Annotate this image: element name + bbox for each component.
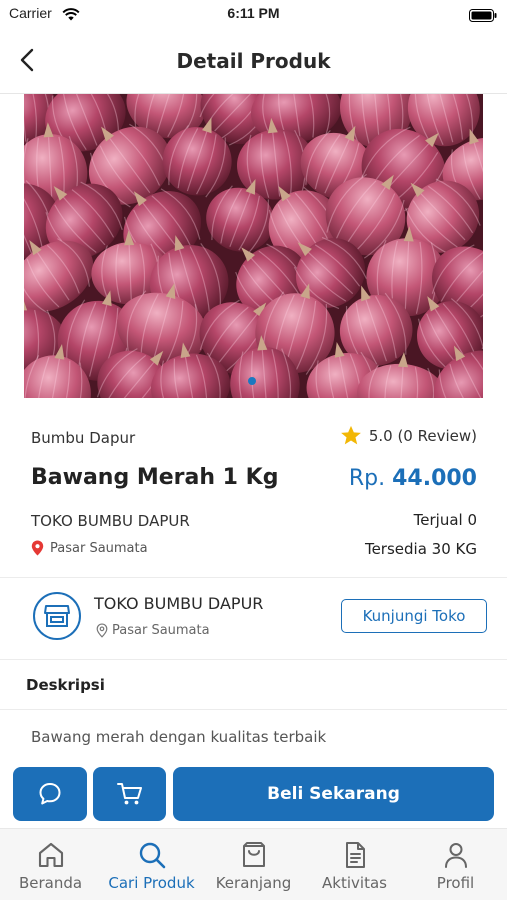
nav-item-aktivitas[interactable]: Aktivitas	[304, 829, 405, 900]
nav-label-cari-produk: Cari Produk	[108, 874, 195, 892]
shop-name: TOKO BUMBU DAPUR	[94, 594, 264, 613]
status-bar: Carrier 6:11 PM	[0, 0, 507, 28]
search-icon	[137, 839, 167, 871]
product-image[interactable]	[24, 94, 483, 398]
divider	[0, 577, 507, 578]
image-pager	[248, 377, 256, 385]
divider	[0, 659, 507, 660]
basket-icon	[239, 839, 269, 871]
product-category: Bumbu Dapur	[31, 429, 136, 447]
pager-dot-active[interactable]	[248, 377, 256, 385]
rating-text: 5.0 (0 Review)	[368, 426, 477, 445]
star-icon	[340, 425, 361, 445]
product-location-text: Pasar Saumata	[50, 540, 148, 556]
store-icon	[44, 605, 70, 627]
product-rating: 5.0 (0 Review)	[340, 425, 477, 446]
buy-now-button[interactable]: Beli Sekarang	[173, 767, 494, 821]
nav-label-beranda: Beranda	[18, 874, 83, 892]
nav-label-profil: Profil	[436, 874, 475, 892]
nav-item-cari-produk[interactable]: Cari Produk	[101, 829, 202, 900]
add-to-cart-button[interactable]	[93, 767, 166, 821]
nav-label-aktivitas: Aktivitas	[322, 874, 387, 892]
header: Detail Produk	[0, 38, 507, 84]
visit-shop-button[interactable]: Kunjungi Toko	[341, 599, 487, 633]
chat-bubble-icon	[39, 783, 61, 805]
price-prefix: Rp.	[348, 466, 386, 491]
shallots-photo	[24, 94, 483, 398]
chat-button[interactable]	[13, 767, 87, 821]
divider	[0, 709, 507, 710]
map-pin-outline-icon	[96, 623, 108, 638]
cart-icon	[116, 783, 142, 805]
nav-item-beranda[interactable]: Beranda	[0, 829, 101, 900]
product-shop-name: TOKO BUMBU DAPUR	[31, 512, 190, 530]
product-location: Pasar Saumata	[31, 540, 148, 556]
status-time: 6:11 PM	[227, 5, 280, 21]
nav-item-profil[interactable]: Profil	[405, 829, 506, 900]
home-icon	[36, 839, 66, 871]
shop-location-text: Pasar Saumata	[112, 623, 210, 638]
map-pin-icon	[31, 540, 44, 556]
document-icon	[340, 839, 370, 871]
product-name: Bawang Merah 1 Kg	[31, 465, 279, 490]
nav-item-keranjang[interactable]: Keranjang	[203, 829, 304, 900]
nav-label-keranjang: Keranjang	[215, 874, 292, 892]
price-value: 44.000	[392, 466, 477, 491]
bottom-nav: Beranda Cari Produk Keranjang Aktivitas …	[0, 828, 507, 900]
description-text: Bawang merah dengan kualitas terbaik	[31, 728, 327, 746]
stock-count: Tersedia 30 KG	[364, 540, 477, 558]
person-icon	[441, 839, 471, 871]
page-title: Detail Produk	[176, 49, 331, 73]
shop-location: Pasar Saumata	[96, 623, 210, 638]
sold-count: Terjual 0	[413, 511, 477, 529]
shop-avatar[interactable]	[33, 592, 81, 640]
product-price: Rp. 44.000	[349, 466, 477, 491]
description-title: Deskripsi	[26, 676, 105, 694]
battery-icon	[469, 7, 497, 26]
